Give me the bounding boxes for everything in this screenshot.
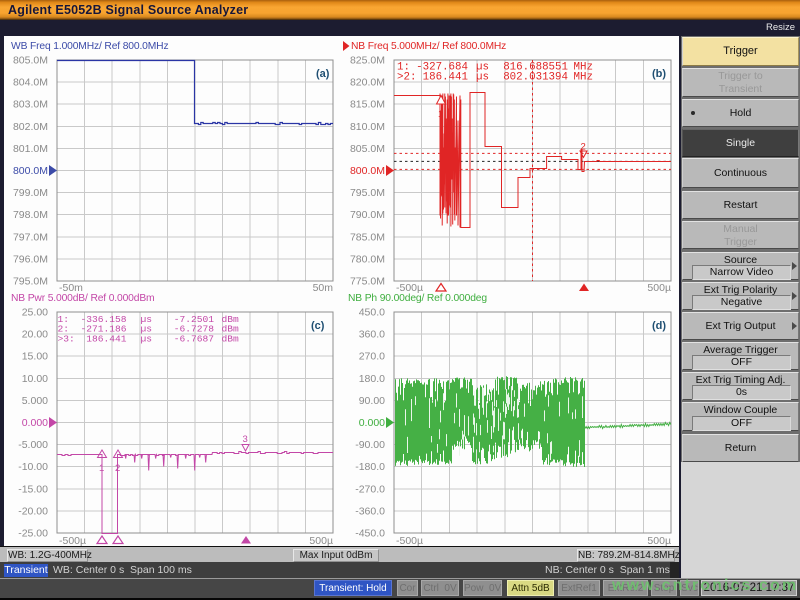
svg-text:(a): (a): [316, 68, 330, 80]
svg-text:1: 1: [438, 109, 443, 120]
svg-text:-50m: -50m: [59, 282, 83, 294]
svg-text:-5.000: -5.000: [18, 439, 48, 451]
svg-text:360.0: 360.0: [359, 329, 385, 341]
svg-text:-360.0: -360.0: [355, 505, 385, 517]
svg-text:815.0M: 815.0M: [350, 99, 385, 111]
svg-text:180.0: 180.0: [359, 373, 385, 385]
svg-text:µs: µs: [476, 72, 489, 84]
svg-text:NB Freq 5.000MHz/ Ref 800.0MHz: NB Freq 5.000MHz/ Ref 800.0MHz: [351, 41, 506, 52]
svg-text:802.0M: 802.0M: [13, 121, 48, 133]
svg-text:802.031394: 802.031394: [503, 72, 568, 84]
svg-text:775.0M: 775.0M: [350, 276, 385, 288]
svg-text:25.00: 25.00: [22, 307, 48, 319]
svg-text:803.0M: 803.0M: [13, 99, 48, 111]
svg-text:(c): (c): [311, 320, 325, 332]
svg-text:>3:: >3:: [58, 334, 75, 345]
svg-text:825.0M: 825.0M: [350, 55, 385, 67]
svg-text:-10.00: -10.00: [18, 461, 48, 473]
svg-text:-20.00: -20.00: [18, 505, 48, 517]
svg-text:µs: µs: [141, 334, 153, 345]
svg-text:-15.00: -15.00: [18, 483, 48, 495]
svg-text:MHz: MHz: [574, 72, 593, 84]
svg-text:500µ: 500µ: [647, 282, 671, 294]
svg-text:-6.7687: -6.7687: [174, 334, 214, 345]
svg-text:(b): (b): [652, 68, 666, 80]
svg-text:780.0M: 780.0M: [350, 253, 385, 265]
svg-text:799.0M: 799.0M: [13, 187, 48, 199]
svg-text:820.0M: 820.0M: [350, 77, 385, 89]
svg-text:2: 2: [581, 142, 586, 153]
svg-text:2: 2: [115, 463, 120, 474]
svg-text:800.0M: 800.0M: [350, 165, 385, 177]
svg-text:796.0M: 796.0M: [13, 253, 48, 265]
svg-text:20.00: 20.00: [22, 329, 48, 341]
svg-text:790.0M: 790.0M: [350, 209, 385, 221]
svg-text:797.0M: 797.0M: [13, 231, 48, 243]
svg-text:3: 3: [243, 434, 248, 445]
svg-text:dBm: dBm: [222, 334, 240, 345]
svg-text:795.0M: 795.0M: [13, 276, 48, 288]
svg-text:785.0M: 785.0M: [350, 231, 385, 243]
svg-text:(d): (d): [652, 320, 666, 332]
svg-text:186.441: 186.441: [86, 334, 127, 345]
svg-text:15.00: 15.00: [22, 351, 48, 363]
svg-text:450.0: 450.0: [359, 307, 385, 319]
svg-text:270.0: 270.0: [359, 351, 385, 363]
svg-text:798.0M: 798.0M: [13, 209, 48, 221]
svg-text:-25.00: -25.00: [18, 528, 48, 540]
svg-text:50m: 50m: [313, 282, 334, 294]
svg-text:0.000: 0.000: [22, 417, 48, 429]
svg-text:800.0M: 800.0M: [13, 165, 48, 177]
svg-text:NB Pwr 5.000dB/ Ref 0.000dBm: NB Pwr 5.000dB/ Ref 0.000dBm: [11, 293, 154, 304]
svg-text:795.0M: 795.0M: [350, 187, 385, 199]
svg-text:805.0M: 805.0M: [13, 55, 48, 67]
svg-text:WB Freq 1.000MHz/ Ref 800.0MHz: WB Freq 1.000MHz/ Ref 800.0MHz: [11, 41, 168, 52]
svg-text:-450.0: -450.0: [355, 528, 385, 540]
svg-text:804.0M: 804.0M: [13, 77, 48, 89]
svg-text:-90.00: -90.00: [355, 439, 385, 451]
svg-text:-500µ: -500µ: [396, 282, 423, 294]
svg-text:801.0M: 801.0M: [13, 143, 48, 155]
svg-text:0.000: 0.000: [359, 417, 385, 429]
svg-text:>2:: >2:: [397, 72, 416, 84]
svg-text:805.0M: 805.0M: [350, 143, 385, 155]
svg-text:5.000: 5.000: [22, 395, 48, 407]
svg-text:186.441: 186.441: [423, 72, 468, 84]
svg-text:-270.0: -270.0: [355, 483, 385, 495]
svg-text:90.00: 90.00: [359, 395, 385, 407]
svg-text:1: 1: [99, 463, 104, 474]
svg-text:-180.0: -180.0: [355, 461, 385, 473]
svg-text:NB Ph 90.00deg/ Ref 0.000deg: NB Ph 90.00deg/ Ref 0.000deg: [348, 293, 487, 304]
svg-text:810.0M: 810.0M: [350, 121, 385, 133]
svg-text:10.00: 10.00: [22, 373, 48, 385]
